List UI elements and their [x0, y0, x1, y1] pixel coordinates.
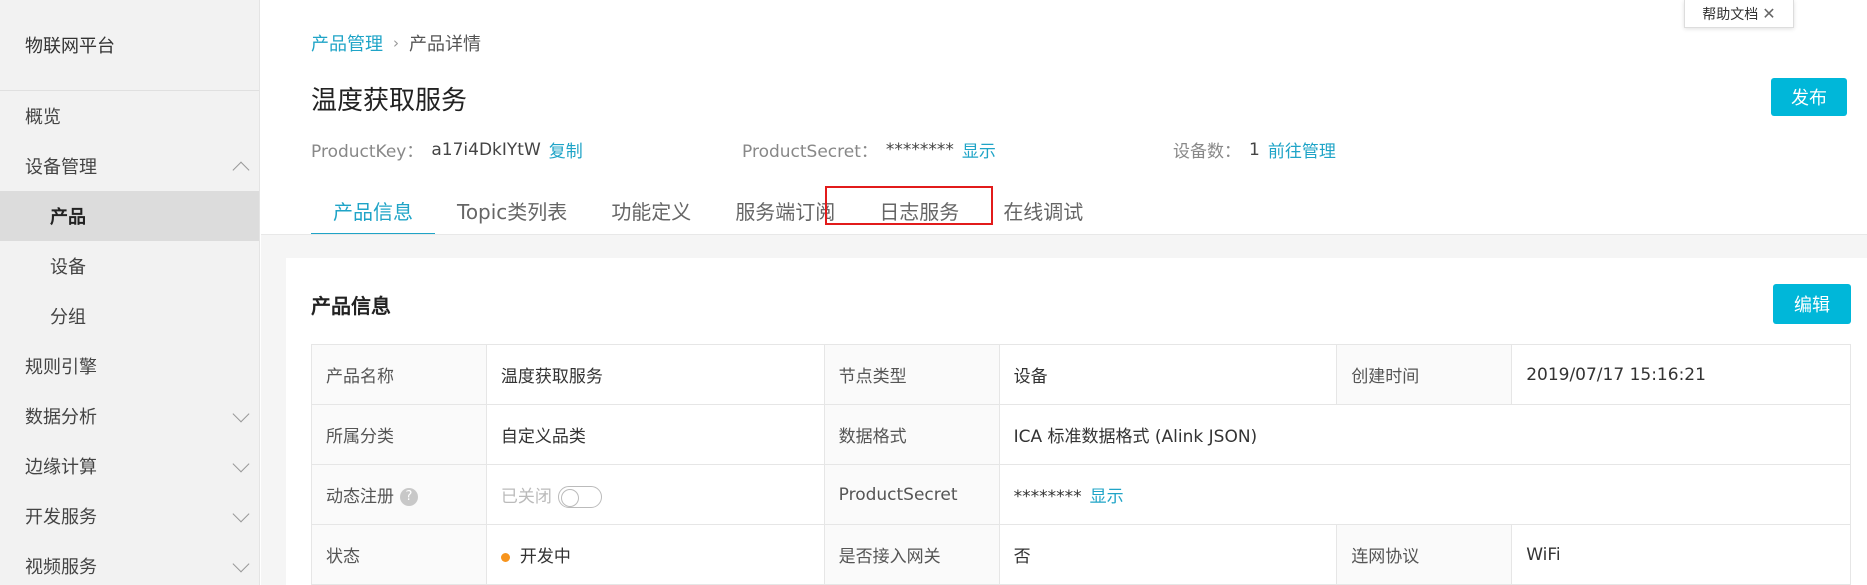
table-cell-label: 所属分类 — [311, 404, 487, 465]
sidebar-item-overview[interactable]: 概览 — [0, 91, 259, 141]
close-icon[interactable]: ✕ — [1762, 4, 1775, 23]
chevron-down-icon — [232, 555, 250, 573]
show-secret-table-link[interactable]: 显示 — [1090, 487, 1124, 507]
table-cell-value: WiFi — [1511, 524, 1851, 585]
table-cell-value: ******** 显示 — [998, 464, 1852, 525]
tab-function-definition[interactable]: 功能定义 — [589, 185, 713, 235]
table-row: 产品名称 温度获取服务 节点类型 设备 创建时间 2019/07/17 15:1… — [311, 344, 1851, 405]
table-cell-value: 已关闭 — [485, 464, 825, 525]
tab-online-debug[interactable]: 在线调试 — [981, 185, 1105, 235]
sidebar-item-label: 开发服务 — [25, 507, 97, 528]
table-cell-label: 是否接入网关 — [823, 524, 1000, 585]
status-text: 开发中 — [519, 547, 571, 567]
chevron-down-icon — [232, 405, 250, 423]
chevron-up-icon — [232, 161, 250, 179]
product-secret-label: ProductSecret： — [742, 142, 878, 162]
table-cell-label: ProductSecret — [823, 464, 1000, 525]
table-cell-label: 产品名称 — [311, 344, 487, 405]
help-icon[interactable]: ? — [400, 488, 418, 506]
sidebar-item-device-management[interactable]: 设备管理 — [0, 141, 259, 191]
sidebar-item-video-services[interactable]: 视频服务 — [0, 541, 259, 585]
product-secret-row: ProductSecret： ******** 显示 — [742, 137, 996, 163]
main-content: 产品管理 › 产品详情 温度获取服务 发布 ProductKey： a17i4D… — [261, 0, 1867, 585]
sidebar: 物联网平台 概览 设备管理 产品 设备 分组 规则引擎 数据分析 边缘计算 开发… — [0, 0, 260, 585]
sidebar-item-label: 边缘计算 — [25, 457, 97, 478]
sidebar-item-product[interactable]: 产品 — [0, 191, 259, 241]
product-key-row: ProductKey： a17i4DkIYtW 复制 — [311, 137, 583, 163]
table-row: 状态 开发中 是否接入网关 否 连网协议 WiFi — [311, 524, 1851, 585]
dynamic-register-toggle[interactable] — [557, 485, 602, 508]
help-doc-label: 帮助文档 — [1702, 6, 1759, 23]
table-cell-label: 数据格式 — [823, 404, 1000, 465]
sidebar-item-dev-services[interactable]: 开发服务 — [0, 491, 259, 541]
sidebar-title: 物联网平台 — [0, 0, 259, 91]
table-row: 所属分类 自定义品类 数据格式 ICA 标准数据格式 (Alink JSON) — [311, 404, 1852, 465]
table-cell-label: 动态注册? — [311, 464, 487, 525]
table-cell-value: 2019/07/17 15:16:21 — [1511, 344, 1851, 405]
table-cell-value: 设备 — [998, 344, 1338, 405]
tab-bar: 产品信息 Topic类列表 功能定义 服务端订阅 日志服务 在线调试 — [311, 185, 1105, 235]
toggle-state-text: 已关闭 — [500, 486, 552, 507]
product-info-card: 产品信息 编辑 产品名称 温度获取服务 节点类型 设备 创建时间 2019/07… — [286, 258, 1867, 585]
breadcrumb: 产品管理 › 产品详情 — [311, 30, 481, 56]
table-cell-value: 自定义品类 — [485, 404, 825, 465]
page-title: 温度获取服务 — [311, 86, 468, 116]
table-cell-value: 开发中 — [485, 524, 825, 585]
edit-button[interactable]: 编辑 — [1773, 284, 1851, 324]
page-header: 产品管理 › 产品详情 温度获取服务 发布 ProductKey： a17i4D… — [261, 0, 1867, 235]
tab-product-info[interactable]: 产品信息 — [311, 185, 435, 235]
breadcrumb-separator: › — [393, 34, 399, 52]
product-key-value: a17i4DkIYtW — [431, 139, 541, 160]
help-doc-button[interactable]: 帮助文档 ✕ — [1684, 0, 1794, 28]
table-cell-label: 状态 — [311, 524, 487, 585]
breadcrumb-current: 产品详情 — [409, 34, 481, 55]
show-secret-link[interactable]: 显示 — [962, 137, 996, 162]
table-cell-value: ICA 标准数据格式 (Alink JSON) — [998, 404, 1852, 465]
table-cell-label: 连网协议 — [1336, 524, 1513, 585]
product-key-label: ProductKey： — [311, 142, 424, 162]
sidebar-item-label: 数据分析 — [25, 407, 97, 428]
copy-link[interactable]: 复制 — [549, 137, 583, 162]
table-cell-value: 温度获取服务 — [485, 344, 825, 405]
sidebar-item-edge-computing[interactable]: 边缘计算 — [0, 441, 259, 491]
table-cell-label: 节点类型 — [823, 344, 1000, 405]
device-count-label: 设备数： — [1173, 142, 1241, 162]
sidebar-item-rule-engine[interactable]: 规则引擎 — [0, 341, 259, 391]
device-count-value: 1 — [1249, 139, 1260, 160]
publish-button[interactable]: 发布 — [1771, 78, 1847, 116]
tab-log-service[interactable]: 日志服务 — [857, 185, 981, 235]
header-divider — [261, 234, 1867, 235]
table-row: 动态注册? 已关闭 ProductSecret ******** 显示 — [311, 464, 1852, 525]
tab-topic-list[interactable]: Topic类列表 — [435, 185, 589, 235]
chevron-down-icon — [232, 505, 250, 523]
card-title: 产品信息 — [311, 294, 391, 318]
product-info-table: 产品名称 温度获取服务 节点类型 设备 创建时间 2019/07/17 15:1… — [311, 344, 1852, 585]
breadcrumb-product-management[interactable]: 产品管理 — [311, 30, 383, 56]
product-secret-value: ******** — [885, 139, 954, 160]
tab-server-subscription[interactable]: 服务端订阅 — [713, 185, 857, 235]
sidebar-item-group[interactable]: 分组 — [0, 291, 259, 341]
chevron-down-icon — [232, 455, 250, 473]
status-dot-icon — [500, 552, 510, 562]
sidebar-item-data-analysis[interactable]: 数据分析 — [0, 391, 259, 441]
dynamic-register-label: 动态注册 — [326, 487, 394, 507]
product-secret-masked: ******** — [1013, 487, 1082, 507]
sidebar-item-label: 视频服务 — [25, 557, 97, 578]
table-cell-label: 创建时间 — [1336, 344, 1513, 405]
sidebar-item-label: 设备管理 — [25, 157, 97, 178]
table-cell-value: 否 — [998, 524, 1338, 585]
sidebar-item-device[interactable]: 设备 — [0, 241, 259, 291]
go-manage-link[interactable]: 前往管理 — [1268, 137, 1336, 162]
device-count-row: 设备数： 1 前往管理 — [1173, 137, 1336, 163]
